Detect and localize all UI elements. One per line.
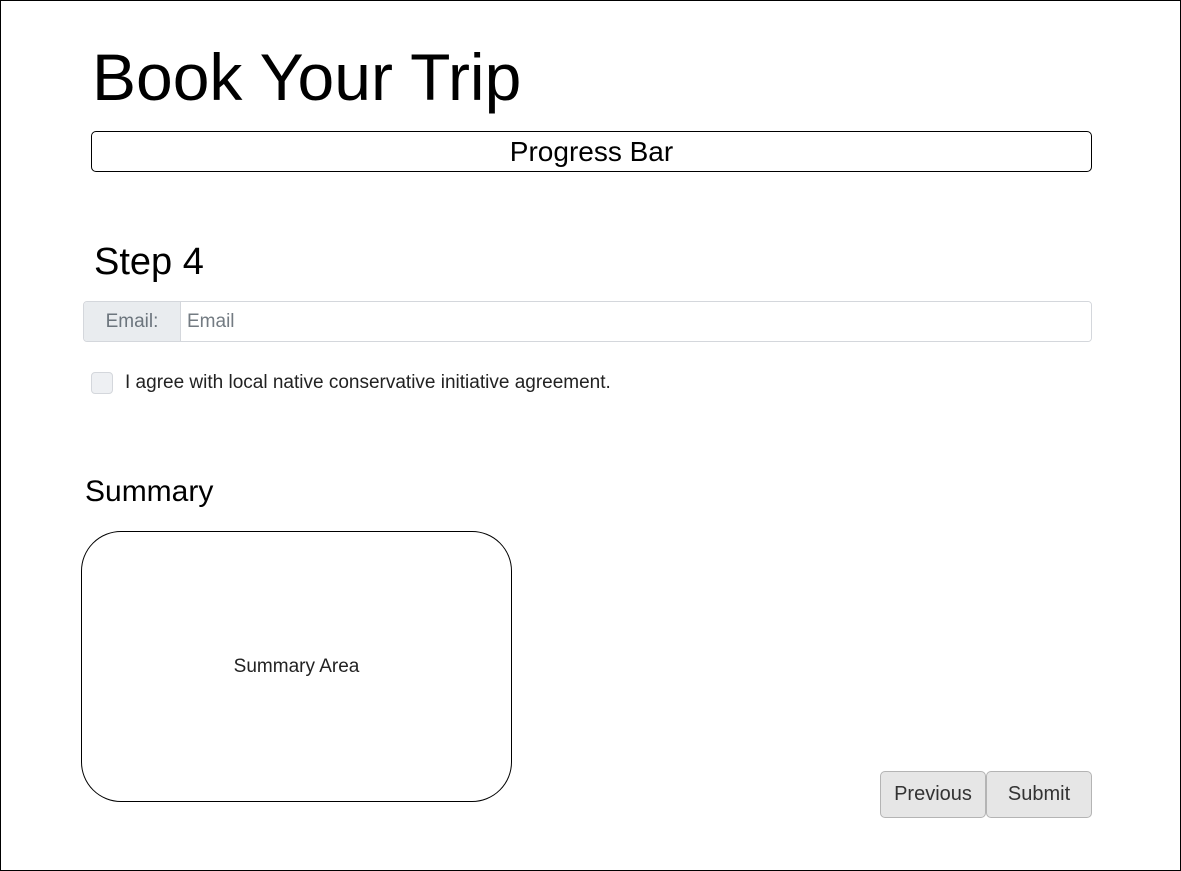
previous-button[interactable]: Previous [880,771,986,818]
summary-area: Summary Area [81,531,512,802]
progress-bar: Progress Bar [91,131,1092,172]
page-title: Book Your Trip [92,40,522,114]
email-input-group: Email: [83,301,1092,342]
summary-area-label: Summary Area [233,655,360,677]
agreement-checkbox[interactable] [91,372,113,394]
email-label: Email: [84,302,181,341]
email-field[interactable] [181,302,1091,341]
submit-button[interactable]: Submit [986,771,1092,818]
step-title: Step 4 [94,241,204,283]
summary-heading: Summary [85,475,214,508]
progress-bar-label: Progress Bar [509,136,674,167]
agreement-label[interactable]: I agree with local native conservative i… [125,370,611,396]
agreement-row: I agree with local native conservative i… [91,370,611,396]
page-frame: Book Your Trip Progress Bar Step 4 Email… [0,0,1181,871]
